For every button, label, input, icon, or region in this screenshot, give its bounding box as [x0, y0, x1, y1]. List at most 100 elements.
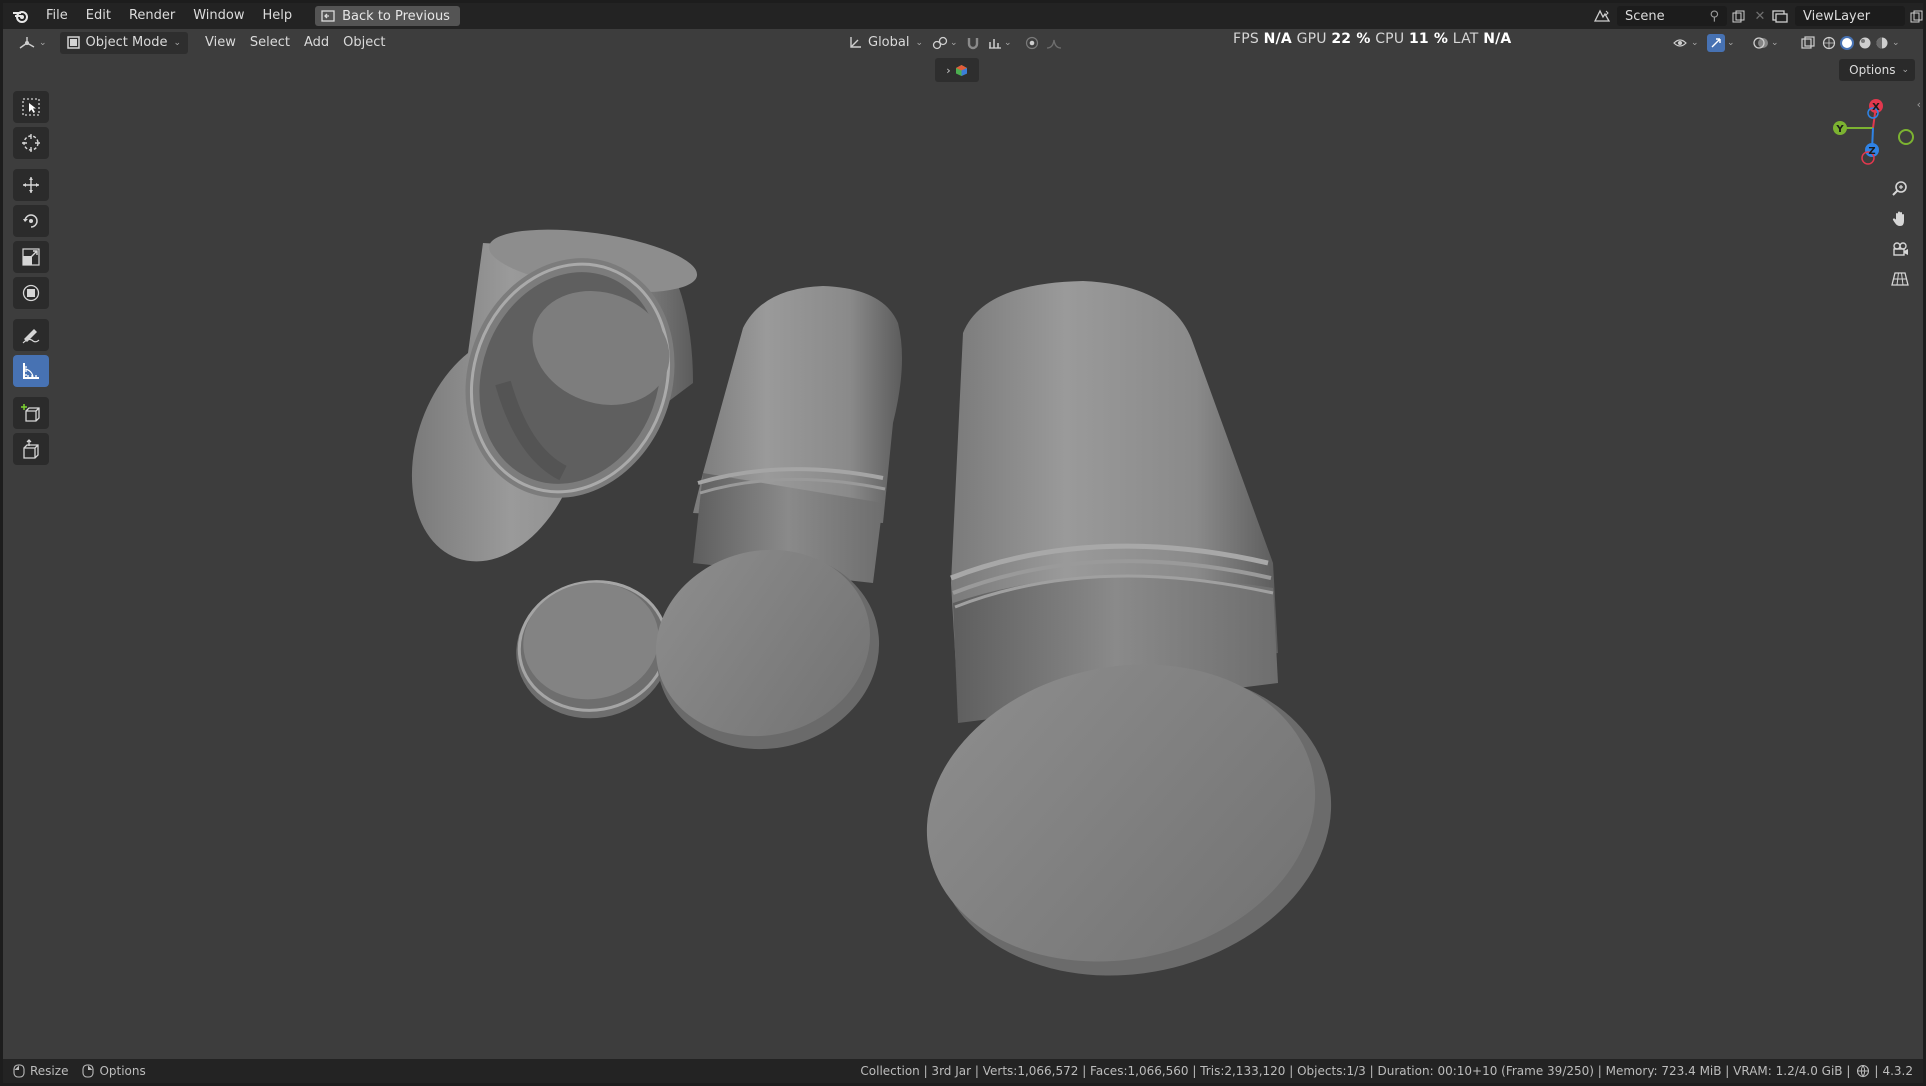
select-box-tool[interactable]: [13, 91, 49, 123]
sidebar-collapse-arrow[interactable]: ‹: [1917, 98, 1921, 111]
top-menu-bar: File Edit Render Window Help Back to Pre…: [3, 3, 1923, 29]
back-screen-icon: [321, 10, 335, 22]
gpu-label: GPU: [1296, 31, 1327, 47]
scene-statistics: Collection | 3rd Jar | Verts:1,066,572 |…: [860, 1064, 1913, 1078]
menu-add[interactable]: Add: [297, 32, 336, 54]
viewport-header: ⌄ Object Mode ⌄ View Select Add Object G…: [3, 29, 1923, 56]
pin-icon[interactable]: ⚲: [1709, 9, 1719, 24]
back-to-previous-label: Back to Previous: [342, 8, 450, 24]
move-arrows-icon: [23, 177, 39, 193]
eye-arrow-icon: [1673, 38, 1687, 47]
extrude-tool[interactable]: [13, 433, 49, 465]
fps-value: N/A: [1263, 31, 1292, 47]
extrude-box-icon: [23, 439, 39, 459]
menu-window[interactable]: Window: [184, 3, 253, 29]
transform-orientation-dropdown[interactable]: Global ⌄: [841, 32, 930, 54]
globe-network-icon: [1857, 1064, 1870, 1078]
wireframe-shading-icon[interactable]: [1822, 36, 1836, 50]
menu-render[interactable]: Render: [120, 3, 184, 29]
view-layer-name: ViewLayer: [1803, 8, 1871, 24]
viewport-options-dropdown[interactable]: Options ⌄: [1839, 59, 1915, 81]
zoom-control[interactable]: [1886, 175, 1914, 203]
viewport-3d[interactable]: X Y Z: [3, 3, 1923, 1083]
view-layer-name-field[interactable]: ViewLayer: [1795, 6, 1905, 26]
menu-edit[interactable]: Edit: [77, 3, 120, 29]
asset-shelf-toggle[interactable]: ›: [935, 58, 979, 82]
perspective-toggle-control[interactable]: [1886, 265, 1914, 293]
falloff-curve-icon: [1046, 39, 1062, 49]
menu-file[interactable]: File: [37, 3, 77, 29]
view-layer-icon[interactable]: [1765, 6, 1795, 26]
grid-perspective-icon: [1891, 272, 1909, 286]
scene-name-field[interactable]: Scene ⚲: [1617, 6, 1727, 26]
select-box-icon: [22, 98, 40, 116]
measure-tool[interactable]: [13, 355, 49, 387]
cpu-value: 11 %: [1408, 31, 1449, 47]
open-cap-mesh[interactable]: [411, 219, 708, 562]
solid-shading-icon[interactable]: [1839, 35, 1855, 51]
magnet-icon: [967, 37, 979, 49]
status-bar: Resize Options Collection | 3rd Jar | Ve…: [3, 1059, 1923, 1083]
gizmo-toggle[interactable]: ⌄: [1700, 32, 1742, 54]
scene-stats-text: Collection | 3rd Jar | Verts:1,066,572 |…: [860, 1064, 1851, 1078]
scene-selector[interactable]: Scene ⚲ ✕: [1587, 6, 1771, 26]
scale-icon: [22, 248, 40, 266]
large-jar-mesh[interactable]: [899, 281, 1360, 1011]
mouse-right-icon: [82, 1064, 95, 1078]
object-mode-dropdown[interactable]: Object Mode ⌄: [59, 31, 188, 54]
transform-tool[interactable]: [13, 277, 49, 309]
camera-view-control[interactable]: [1886, 235, 1914, 263]
scene-icon[interactable]: [1587, 6, 1617, 26]
zoom-magnifier-icon: [1892, 181, 1907, 196]
menu-object[interactable]: Object: [336, 32, 392, 54]
object-mode-label: Object Mode: [85, 35, 168, 50]
blender-logo-icon[interactable]: [3, 3, 37, 29]
move-tool[interactable]: [13, 169, 49, 201]
annotate-tool[interactable]: [13, 319, 49, 351]
snap-increment-icon: [989, 38, 1001, 49]
add-cube-icon: [21, 404, 40, 422]
view-layer-selector[interactable]: ViewLayer ✕: [1765, 6, 1923, 26]
rendered-shading-icon[interactable]: [1875, 36, 1889, 50]
blender-window: X Y Z File Edit Render Window Help Back …: [3, 3, 1923, 1083]
chevron-down-icon: ⌄: [915, 37, 924, 48]
cursor-tool[interactable]: [13, 127, 49, 159]
shading-mode-group[interactable]: ⌄: [1818, 32, 1904, 54]
cpu-label: CPU: [1375, 31, 1405, 47]
chevron-down-icon: ⌄: [1901, 65, 1909, 75]
back-to-previous-button[interactable]: Back to Previous: [315, 6, 460, 26]
menu-select[interactable]: Select: [243, 32, 297, 54]
performance-overlay: FPS N/A GPU 22 % CPU 11 % LAT N/A: [1233, 31, 1511, 47]
proportional-falloff-dropdown[interactable]: [1039, 32, 1071, 54]
object-mode-icon: [66, 36, 80, 49]
small-lid-mesh[interactable]: [505, 570, 680, 731]
measure-ruler-icon: [23, 363, 39, 379]
scale-tool[interactable]: [13, 241, 49, 273]
rotate-icon: [23, 214, 38, 228]
material-shading-icon[interactable]: [1858, 36, 1872, 50]
camera-icon: [1893, 242, 1908, 256]
xray-icon: [1801, 35, 1815, 49]
snap-target-dropdown[interactable]: ⌄: [981, 32, 1019, 54]
new-scene-icon[interactable]: [1727, 6, 1749, 26]
add-cube-tool[interactable]: [13, 397, 49, 429]
orientation-axes-icon: [850, 36, 861, 48]
mouse-left-icon: [13, 1064, 25, 1078]
editor-type-button[interactable]: ⌄: [11, 32, 54, 54]
editor-type-icon: [19, 36, 35, 49]
viewport-options-label: Options: [1849, 63, 1896, 77]
resize-hint: Resize: [13, 1064, 68, 1078]
resize-label: Resize: [30, 1064, 69, 1078]
pivot-link-icon: [932, 36, 948, 49]
gizmo-y-label: Y: [1835, 124, 1844, 135]
axis-gizmo[interactable]: X Y Z: [1833, 99, 1914, 165]
menu-view[interactable]: View: [198, 32, 243, 54]
options-hint: Options: [82, 1064, 146, 1078]
menu-help[interactable]: Help: [254, 3, 302, 29]
rotate-tool[interactable]: [13, 205, 49, 237]
overlays-icon: [1753, 36, 1768, 49]
new-view-layer-icon[interactable]: [1905, 6, 1923, 26]
overlays-toggle[interactable]: ⌄: [1746, 32, 1786, 54]
gpu-value: 22 %: [1331, 31, 1371, 47]
pan-control[interactable]: [1886, 205, 1914, 233]
